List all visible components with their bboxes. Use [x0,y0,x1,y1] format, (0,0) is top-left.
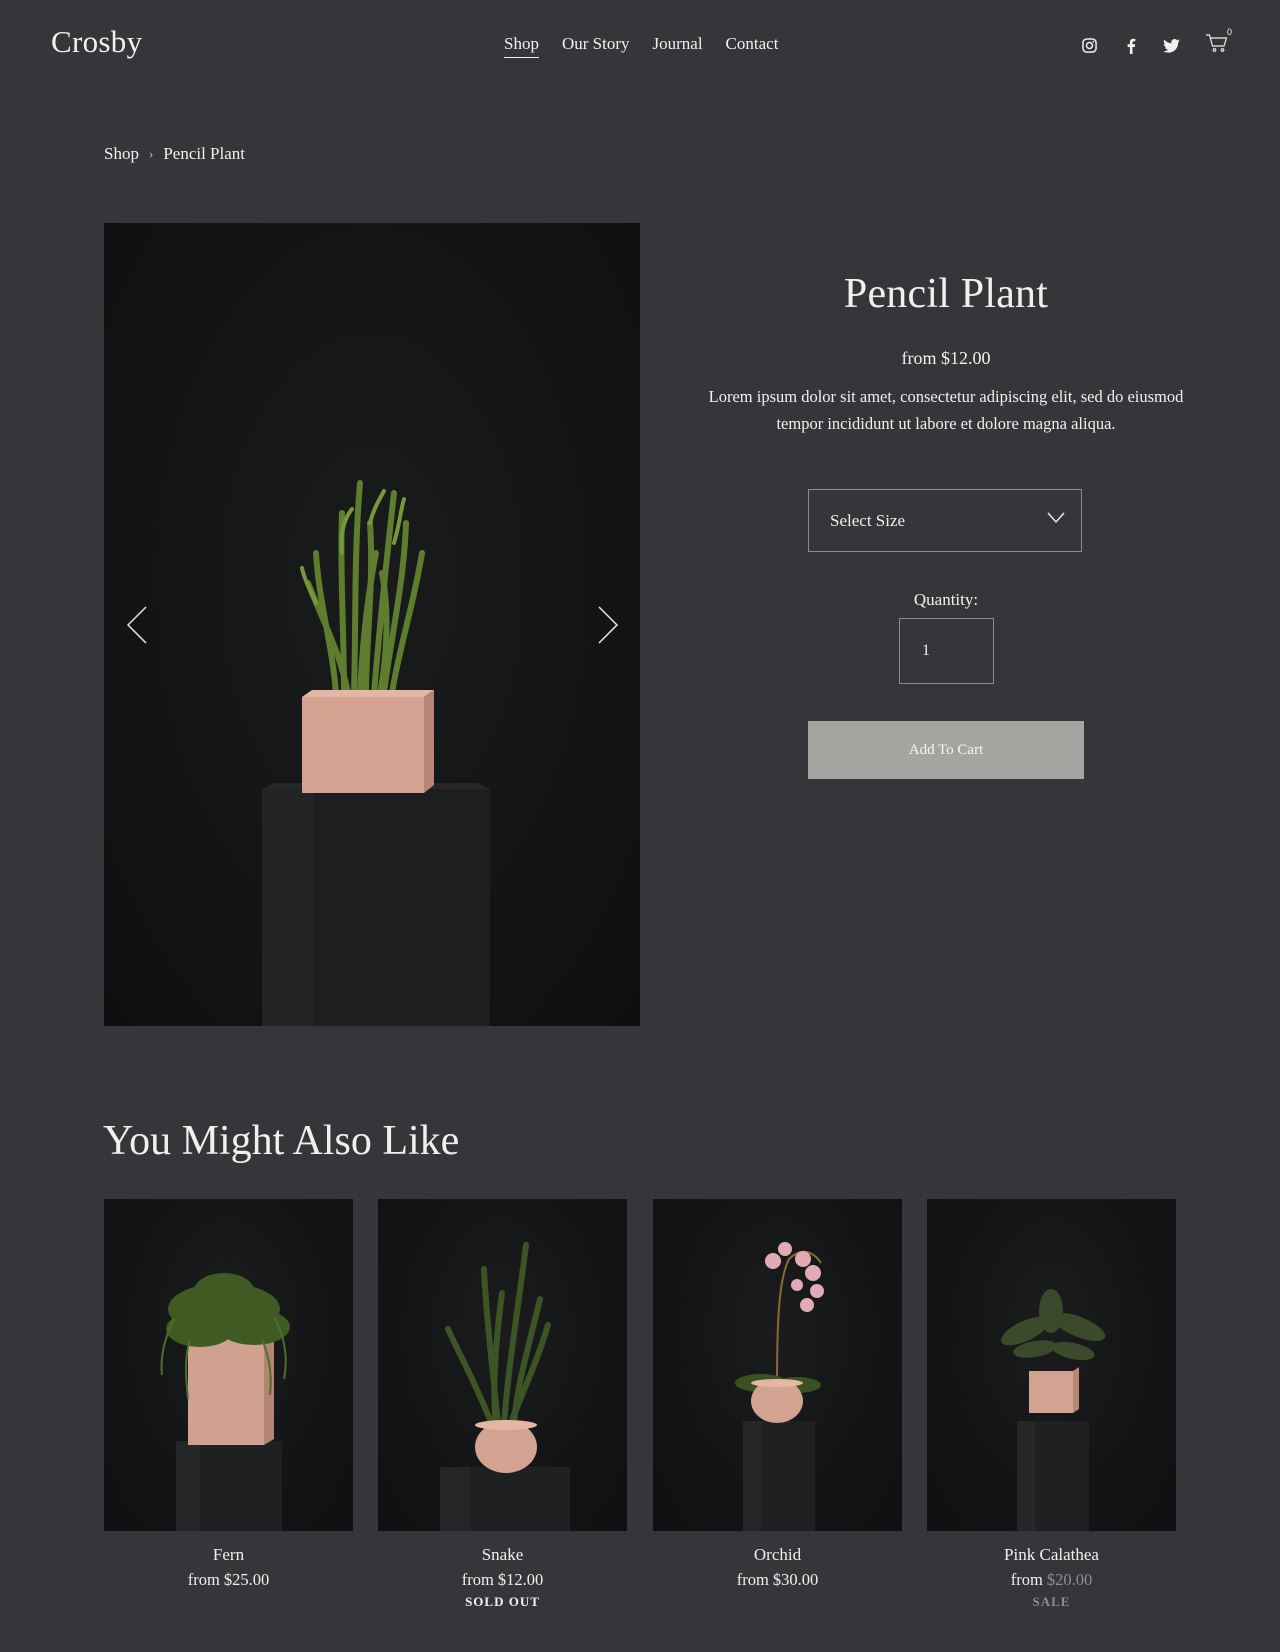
product-price: from $12.00 [461,1570,544,1589]
product-name[interactable]: Fern [104,1545,353,1565]
product-name[interactable]: Orchid [653,1545,902,1565]
nav-contact[interactable]: Contact [726,34,779,58]
add-to-cart-button[interactable]: Add To Cart [808,721,1084,779]
product-price: from $25.00 [187,1570,270,1589]
related-title: You Might Also Like [103,1118,460,1164]
chevron-down-icon [1047,512,1065,524]
product-price: from $30.00 [736,1570,819,1589]
social-links [1080,36,1181,55]
facebook-icon[interactable] [1121,36,1140,55]
product-card-orchid[interactable]: Orchid from $30.00 [653,1199,902,1590]
nav-shop[interactable]: Shop [504,34,539,58]
size-select[interactable]: Select Size [808,489,1082,552]
product-image [104,223,640,1026]
main-nav: Shop Our Story Journal Contact [504,34,778,58]
fern-image[interactable] [104,1199,353,1531]
chevron-left-icon[interactable] [124,603,152,647]
breadcrumb: Shop › Pencil Plant [104,144,245,164]
pink-calathea-image[interactable] [927,1199,1176,1531]
pencil-plant-image [262,480,490,1026]
orchid-image[interactable] [653,1199,902,1531]
product-info: Pencil Plant from $12.00 Lorem ipsum dol… [700,270,1192,779]
related-products: Fern from $25.00 Snake from $12.00 SOLD … [104,1199,1176,1619]
product-description: Lorem ipsum dolor sit amet, consectetur … [708,387,1184,433]
site-header: Crosby Shop Our Story Journal Contact 0 [0,0,1280,90]
twitter-icon[interactable] [1162,36,1181,55]
snake-image[interactable] [378,1199,627,1531]
product-name[interactable]: Pink Calathea [927,1545,1176,1565]
quantity-label: Quantity: [913,590,979,609]
nav-journal[interactable]: Journal [653,34,703,58]
quantity-input[interactable]: 1 [899,618,994,684]
product-card-pink-calathea[interactable]: Pink Calathea from $20.00 SALE [927,1199,1176,1610]
instagram-icon[interactable] [1080,36,1099,55]
sale-badge: SALE [1032,1594,1071,1609]
product-title: Pencil Plant [843,271,1049,317]
breadcrumb-separator: › [148,146,154,161]
product-price: from $20.00 [1010,1570,1093,1589]
product-card-fern[interactable]: Fern from $25.00 [104,1199,353,1590]
nav-our-story[interactable]: Our Story [562,34,630,58]
site-logo[interactable]: Crosby [51,24,142,60]
chevron-right-icon[interactable] [593,603,621,647]
sold-out-badge: SOLD OUT [465,1594,540,1609]
product-name[interactable]: Snake [378,1545,627,1565]
product-price: from $12.00 [901,348,991,368]
cart-count-badge: 0 [1227,27,1233,37]
breadcrumb-current: Pencil Plant [163,144,246,163]
cart-icon[interactable] [1205,33,1229,55]
size-select-value: Select Size [830,511,906,530]
breadcrumb-shop[interactable]: Shop [104,144,139,164]
product-card-snake[interactable]: Snake from $12.00 SOLD OUT [378,1199,627,1610]
